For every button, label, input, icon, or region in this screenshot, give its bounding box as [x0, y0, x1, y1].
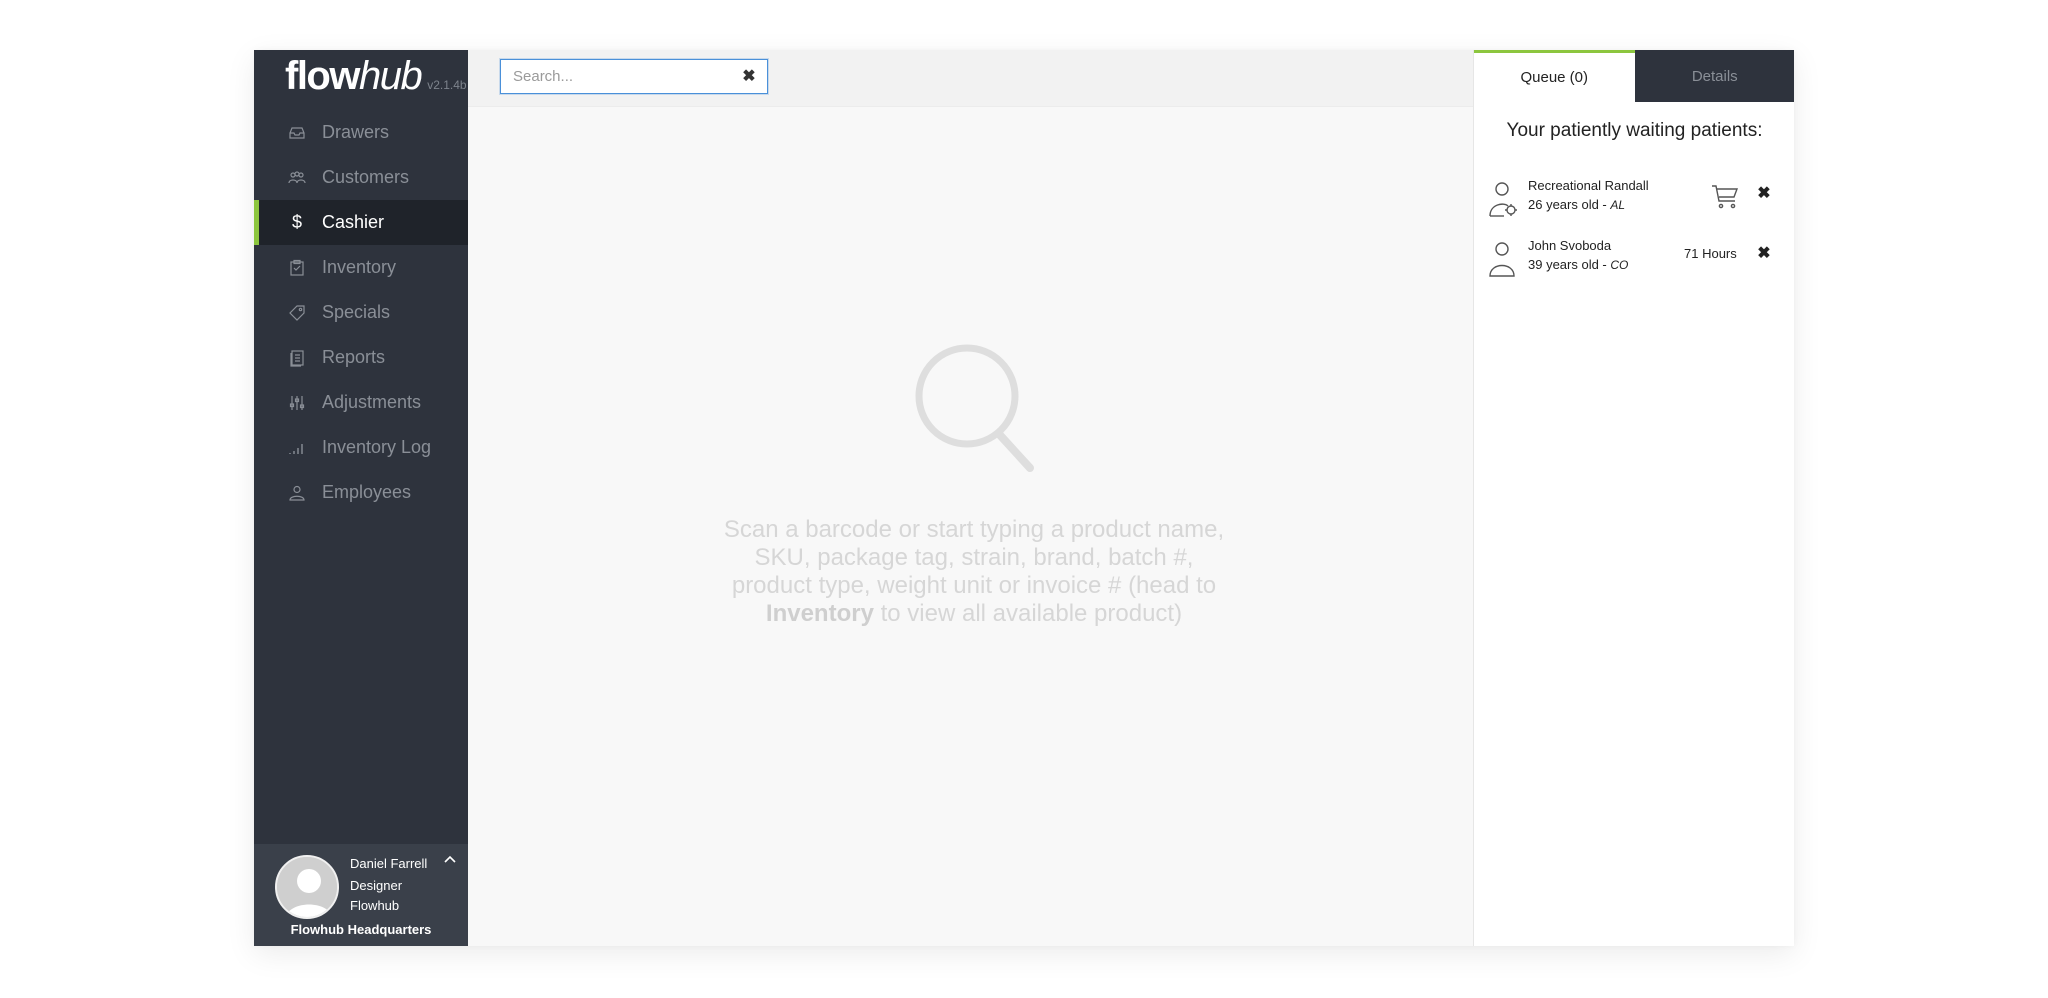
- sidebar-item-label: Adjustments: [322, 392, 422, 412]
- logo-italic-text: hub: [358, 54, 423, 98]
- customers-icon: [288, 169, 306, 187]
- bar-chart-icon: [288, 439, 306, 457]
- queue-heading: Your patiently waiting patients:: [1506, 120, 1763, 141]
- employee-icon: [288, 484, 306, 502]
- app-version: v2.1.4b: [427, 78, 467, 92]
- avatar-placeholder-icon: [277, 857, 337, 917]
- user-name: Daniel Farrell: [350, 856, 428, 871]
- patient-name: Recreational Randall: [1528, 178, 1649, 193]
- patient-age: 39 years old -: [1528, 257, 1611, 272]
- user-role: Designer: [350, 878, 403, 893]
- sidebar-item-adjustments[interactable]: Adjustments: [254, 380, 468, 425]
- report-icon: [288, 349, 306, 367]
- patient-info: 26 years old - AL: [1528, 197, 1625, 212]
- patient-age: 26 years old -: [1528, 197, 1611, 212]
- sidebar-item-inventory[interactable]: Inventory: [254, 245, 468, 290]
- remove-patient-icon[interactable]: ✖: [1756, 246, 1772, 262]
- queue-tabs: Queue (0) Details: [1474, 50, 1794, 102]
- chevron-up-icon[interactable]: [442, 852, 458, 868]
- empty-state-text-bold: Inventory: [765, 600, 874, 627]
- remove-patient-icon[interactable]: ✖: [1756, 186, 1772, 202]
- clipboard-icon: [288, 259, 306, 277]
- sidebar-item-inventory-log[interactable]: Inventory Log: [254, 425, 468, 470]
- logo-bold-text: flow: [285, 54, 360, 98]
- avatar[interactable]: [275, 855, 339, 919]
- sidebar-item-drawers[interactable]: Drawers: [254, 110, 468, 155]
- search-input[interactable]: [501, 60, 741, 93]
- clear-search-icon[interactable]: ✖: [741, 68, 757, 85]
- empty-state-text-after: to view all available product): [873, 600, 1183, 627]
- search-bar: ✖: [468, 50, 1473, 107]
- list-item[interactable]: John Svoboda 39 years old - CO 71 Hours …: [1474, 236, 1794, 280]
- empty-state-text-before: Scan a barcode or start typing a product…: [723, 516, 1225, 599]
- magnifier-icon: [915, 344, 1034, 472]
- patient-state: CO: [1610, 258, 1629, 272]
- patient-state: AL: [1610, 198, 1626, 212]
- tag-icon: [288, 304, 306, 322]
- cart-icon[interactable]: [1711, 182, 1739, 210]
- search-box: ✖: [500, 59, 768, 94]
- patient-info: 39 years old - CO: [1528, 257, 1628, 272]
- sidebar-nav: Drawers Customers $ Cashier Inventory Sp…: [254, 110, 468, 515]
- user-panel: Daniel Farrell Designer Flowhub Flowhub …: [254, 844, 468, 946]
- empty-state-text: Scan a barcode or start typing a product…: [721, 516, 1227, 628]
- user-location: Flowhub Headquarters: [290, 922, 432, 937]
- list-item[interactable]: Recreational Randall 26 years old - AL ✖: [1474, 176, 1794, 220]
- sidebar-item-label: Employees: [322, 482, 412, 502]
- sidebar-item-employees[interactable]: Employees: [254, 470, 468, 515]
- sidebar-item-label: Inventory: [322, 257, 397, 277]
- logo[interactable]: flow hub v2.1.4b: [285, 54, 467, 100]
- tab-queue[interactable]: Queue (0): [1474, 50, 1635, 102]
- patient-recreational-icon: [1489, 182, 1517, 217]
- sidebar-item-label: Customers: [322, 167, 410, 187]
- user-company: Flowhub: [350, 898, 400, 913]
- sidebar-item-label: Inventory Log: [322, 437, 432, 457]
- sidebar-item-label: Specials: [322, 302, 391, 322]
- tab-details[interactable]: Details: [1634, 50, 1794, 102]
- sidebar-item-cashier[interactable]: $ Cashier: [254, 200, 468, 245]
- sidebar-item-label: Reports: [322, 347, 386, 367]
- sidebar-item-label: Drawers: [322, 122, 390, 142]
- patient-name: John Svoboda: [1528, 238, 1612, 253]
- drawer-icon: [288, 124, 306, 142]
- sliders-icon: [288, 394, 306, 412]
- main-content: ✖ Scan a barcode or start typing a produ…: [468, 50, 1473, 946]
- app-window: flow hub v2.1.4b Drawers Customers $ Cash…: [254, 50, 1794, 946]
- sidebar-item-reports[interactable]: Reports: [254, 335, 468, 380]
- dollar-icon: $: [291, 212, 302, 232]
- patient-icon: [1489, 242, 1515, 277]
- sidebar-item-label: Cashier: [322, 212, 385, 232]
- sidebar: flow hub v2.1.4b Drawers Customers $ Cash…: [254, 50, 468, 946]
- wait-time: 71 Hours: [1684, 246, 1737, 261]
- sidebar-item-customers[interactable]: Customers: [254, 155, 468, 200]
- sidebar-item-specials[interactable]: Specials: [254, 290, 468, 335]
- queue-panel: Queue (0) Details Your patiently waiting…: [1473, 50, 1794, 946]
